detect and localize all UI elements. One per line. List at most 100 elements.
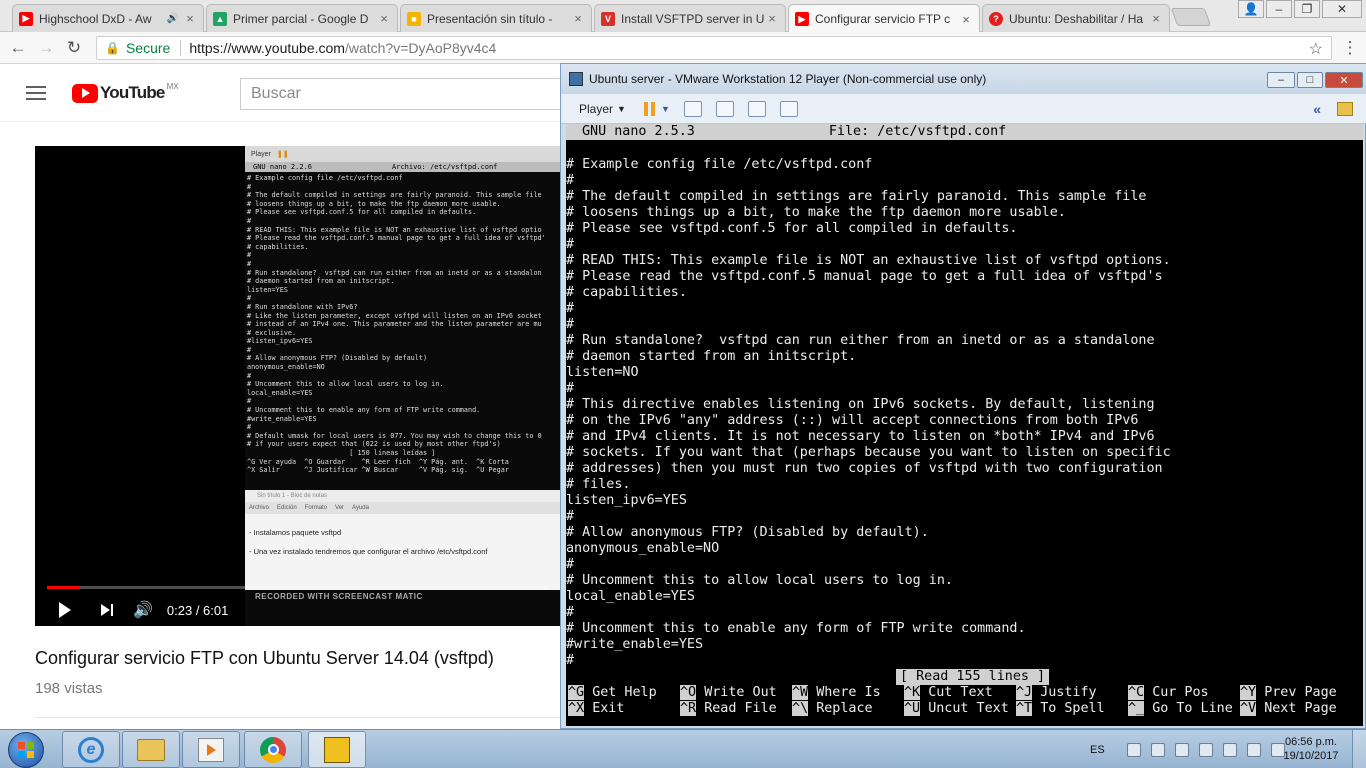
back-icon[interactable]: ← [8, 38, 28, 58]
browser-tab-1[interactable]: ▲ Primer parcial - Google D × [206, 4, 398, 32]
reload-icon[interactable]: ↻ [64, 38, 84, 58]
browser-tab-3[interactable]: V Install VSFTPD server in U × [594, 4, 786, 32]
unity-icon[interactable] [779, 100, 798, 117]
video-player[interactable]: Player ❚❚ GNU nano 2.2.6 Archivo: /etc/v… [35, 146, 560, 626]
shortcut-key: ^O [680, 685, 697, 700]
video-views: 198 vistas [35, 680, 103, 697]
terminal-screen[interactable]: GNU nano 2.5.3 File: /etc/vsftpd.conf # E… [566, 124, 1363, 726]
pause-icon: ❚❚ [276, 151, 289, 158]
flag-icon[interactable] [1222, 742, 1237, 757]
send-ctrl-alt-del-icon[interactable] [683, 100, 702, 117]
shortcut-key: ^W [792, 685, 809, 700]
taskbar-file-explorer[interactable] [122, 731, 180, 768]
user-icon[interactable]: 👤 [1238, 0, 1264, 18]
video-nano-text: # Example config file /etc/vsftpd.conf #… [247, 174, 546, 475]
search-input[interactable]: Buscar [240, 78, 570, 110]
clock-date: 19/10/2017 [1283, 750, 1339, 762]
chevron-down-icon: ▼ [617, 103, 626, 114]
taskbar-chrome[interactable] [244, 731, 302, 768]
shortcut-cut-text: ^K Cut Text [904, 685, 993, 701]
shortcut-to-spell: ^T To Spell [1016, 701, 1105, 717]
restore-icon[interactable]: ❐ [1294, 0, 1320, 18]
star-icon[interactable]: ☆ [1309, 39, 1323, 59]
windows-taskbar: e ES 06:56 p.m. 19/10/2017 [0, 729, 1366, 768]
folder-icon[interactable] [1337, 102, 1353, 116]
video-progress-fill [47, 586, 80, 589]
network-icon[interactable] [1126, 742, 1141, 757]
show-desktop-button[interactable] [1352, 730, 1366, 768]
minimize-icon[interactable]: – [1267, 72, 1295, 88]
youtube-logo[interactable]: YouTube MX [72, 82, 179, 103]
sync-icon[interactable] [1174, 742, 1189, 757]
chevron-down-icon[interactable]: ▼ [661, 104, 670, 114]
video-notepad: Sin título 1 - Bloc de notas Archivo Edi… [245, 490, 560, 590]
play-icon[interactable] [59, 602, 71, 618]
shortcut-key: ^G [568, 685, 585, 700]
minimize-icon[interactable]: – [1266, 0, 1292, 18]
notepad-menu-item: Edición [277, 505, 297, 511]
video-title: Configurar servicio FTP con Ubuntu Serve… [35, 648, 494, 668]
language-indicator[interactable]: ES [1090, 744, 1105, 756]
shortcut-key: ^T [1016, 701, 1033, 716]
volume-icon[interactable]: 🔊 [133, 600, 153, 620]
forward-icon[interactable]: → [36, 38, 56, 58]
vmware-titlebar: Ubuntu server - VMware Workstation 12 Pl… [561, 64, 1366, 94]
video-nano-version: GNU nano 2.2.6 [253, 163, 313, 171]
collapse-icon[interactable]: « [1313, 101, 1321, 117]
shortcut-key: ^K [904, 685, 921, 700]
vmware-toolbar: Player ▼ ▼ [561, 94, 1366, 124]
player-menu[interactable]: Player [579, 102, 613, 116]
notepad-menu-item: Ayuda [352, 505, 369, 511]
video-nano-header: GNU nano 2.2.6 Archivo: /etc/vsftpd.conf [245, 162, 560, 172]
taskbar-media-player[interactable] [182, 731, 240, 768]
taskbar-internet-explorer[interactable]: e [62, 731, 120, 768]
youtube-icon: ▶ [795, 12, 809, 26]
notepad-menu-item: Formato [304, 505, 328, 511]
logo-word: YouTube [100, 83, 165, 102]
display-icon[interactable] [1198, 742, 1213, 757]
tab-title: Primer parcial - Google D [233, 11, 369, 26]
close-icon[interactable]: × [571, 11, 585, 26]
vmware-icon [569, 72, 583, 86]
menu-icon[interactable]: ⋮ [1340, 38, 1360, 58]
pause-icon[interactable] [643, 101, 655, 116]
close-window-icon[interactable]: ✕ [1322, 0, 1362, 18]
shortcut-label: Uncut Text [928, 701, 1009, 716]
youtube-play-icon [72, 83, 98, 103]
system-tray: ES [1090, 730, 1285, 768]
security-icon[interactable] [1150, 742, 1165, 757]
browser-toolbar: ← → ↻ 🔒 Secure https://www.youtube.com /… [0, 32, 1366, 64]
nano-status: [ Read 155 lines ] [896, 669, 1050, 685]
shortcut-replace: ^\ Replace [792, 701, 873, 717]
hamburger-icon[interactable] [26, 86, 46, 100]
start-button[interactable] [8, 732, 44, 768]
close-icon[interactable]: × [183, 11, 197, 26]
maximize-icon[interactable]: □ [1297, 72, 1323, 88]
address-bar[interactable]: 🔒 Secure https://www.youtube.com /watch?… [96, 36, 1332, 60]
youtube-icon: ▶ [19, 11, 33, 26]
close-icon[interactable]: × [765, 11, 779, 26]
close-icon[interactable]: × [377, 11, 391, 26]
video-progress-bar[interactable] [47, 586, 548, 589]
browser-tab-4[interactable]: ▶ Configurar servicio FTP c × [788, 4, 980, 33]
next-icon[interactable] [101, 604, 113, 616]
volume-icon[interactable] [1246, 742, 1261, 757]
browser-tab-5[interactable]: ? Ubuntu: Deshabilitar / Ha × [982, 4, 1170, 32]
close-icon[interactable]: × [959, 12, 973, 27]
close-icon[interactable]: ✕ [1325, 72, 1363, 88]
nano-header: GNU nano 2.5.3 File: /etc/vsftpd.conf [566, 124, 1363, 140]
notepad-menu-item: Archivo [249, 505, 270, 511]
browser-tab-2[interactable]: ■ Presentación sin título - × [400, 4, 592, 32]
browser-tab-0[interactable]: ▶ Highschool DxD - Aw 🔊 × [12, 4, 204, 32]
shortcut-label: Write Out [704, 685, 777, 700]
taskbar-vmware[interactable] [308, 731, 366, 768]
removable-devices-icon[interactable] [715, 100, 734, 117]
vmware-right-tools: « [1313, 101, 1353, 117]
clock[interactable]: 06:56 p.m. 19/10/2017 [1276, 735, 1346, 763]
new-tab-button[interactable] [1170, 8, 1212, 26]
question-icon: ? [989, 11, 1003, 26]
shortcut-label: To Spell [1040, 701, 1105, 716]
fullscreen-icon[interactable] [747, 100, 766, 117]
vmware-window: Ubuntu server - VMware Workstation 12 Pl… [560, 63, 1366, 729]
close-icon[interactable]: × [1149, 11, 1163, 26]
